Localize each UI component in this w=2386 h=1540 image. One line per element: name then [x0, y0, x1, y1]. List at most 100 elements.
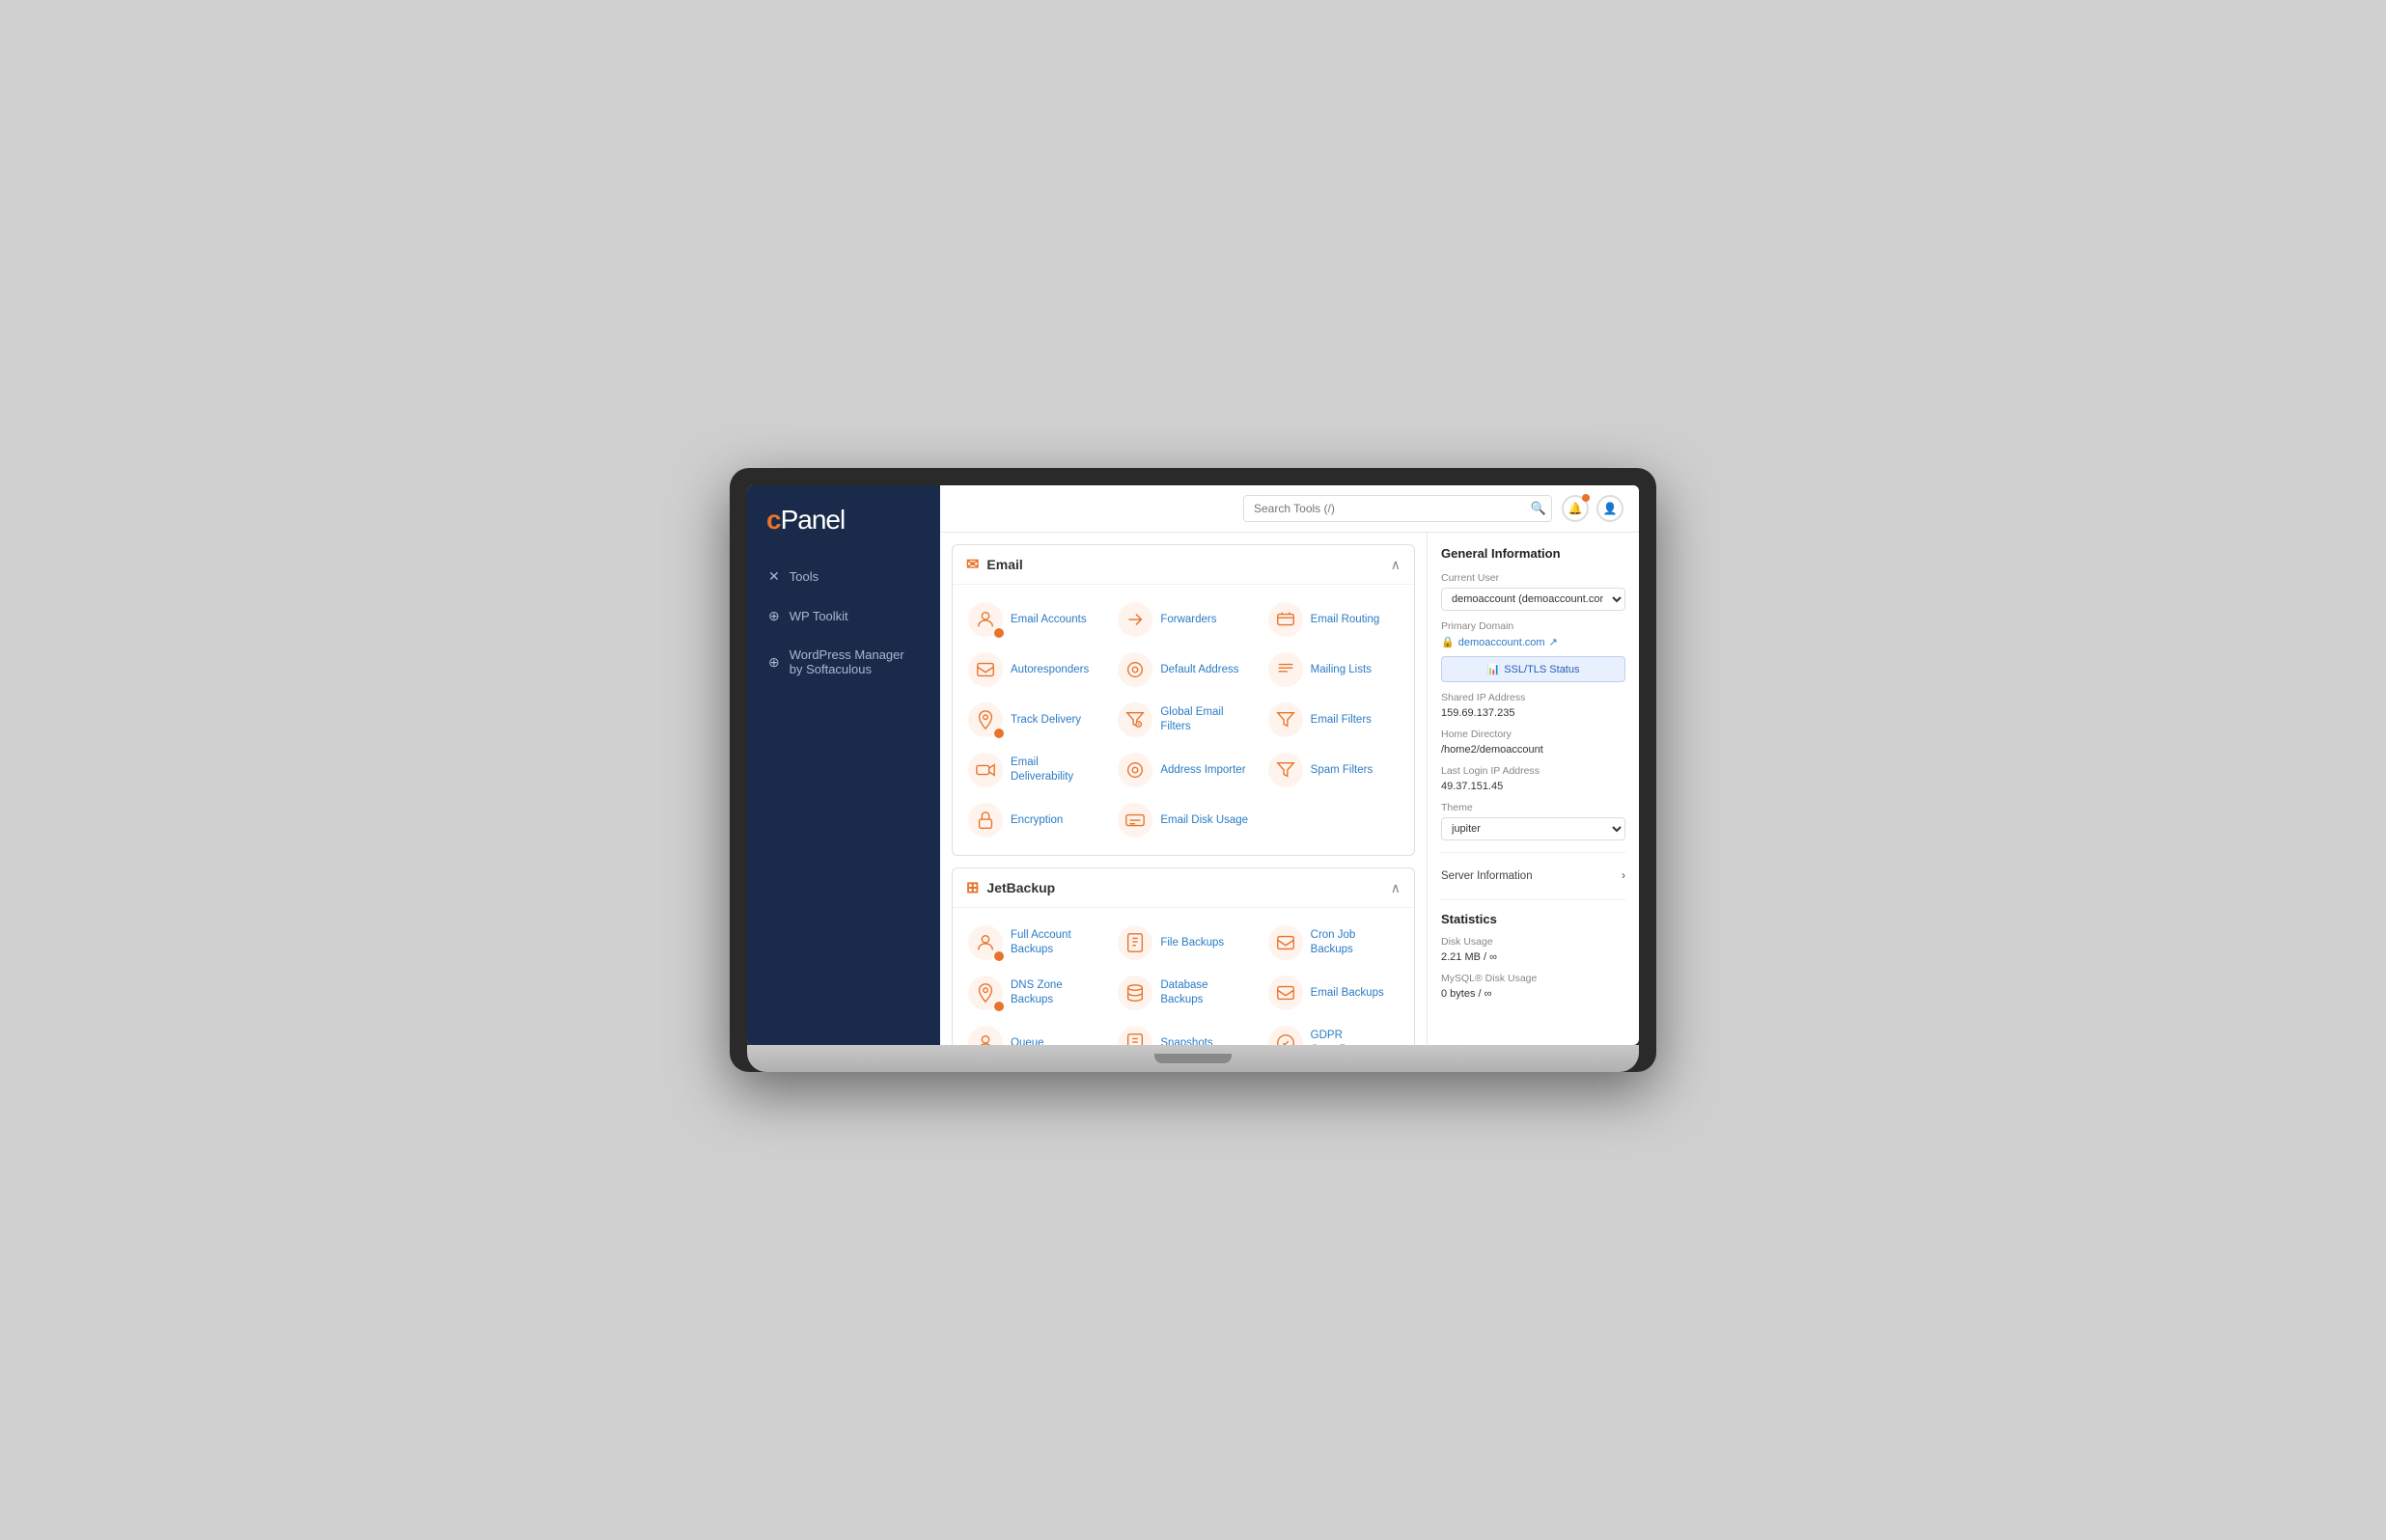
- database-backups-icon: [1118, 976, 1152, 1010]
- spam-filters-icon: [1268, 753, 1303, 787]
- shared-ip-label: Shared IP Address: [1441, 692, 1625, 703]
- chevron-right-icon: ›: [1622, 870, 1625, 882]
- default-address-label: Default Address: [1160, 663, 1238, 677]
- mysql-disk-value: 0 bytes / ∞: [1441, 988, 1625, 1000]
- server-info-row[interactable]: Server Information ›: [1441, 865, 1625, 888]
- search-wrap: 🔍: [1243, 495, 1552, 522]
- tool-global-email-filters[interactable]: Global Email Filters: [1108, 695, 1258, 745]
- gdpr-compliance-icon: [1268, 1026, 1303, 1045]
- statistics-title: Statistics: [1441, 912, 1625, 926]
- primary-domain-value[interactable]: 🔒 demoaccount.com ↗: [1441, 636, 1625, 648]
- tool-mailing-lists[interactable]: Mailing Lists: [1259, 645, 1408, 695]
- default-address-icon: [1118, 652, 1152, 687]
- tool-email-deliverability[interactable]: Email Deliverability: [958, 745, 1108, 795]
- main-panel: ✉ Email ∧: [940, 533, 1427, 1045]
- track-delivery-badge: [993, 728, 1005, 739]
- forwarders-label: Forwarders: [1160, 613, 1216, 627]
- email-routing-icon: [1268, 602, 1303, 637]
- file-backups-icon: [1118, 925, 1152, 960]
- sidebar-item-tools[interactable]: ✕ Tools: [757, 559, 930, 594]
- email-section-header: ✉ Email ∧: [953, 545, 1414, 585]
- laptop-screen: cPanel ✕ Tools ⊕ WP Toolkit ⊕ WordPress …: [747, 485, 1639, 1045]
- mysql-disk-label: MySQL® Disk Usage: [1441, 973, 1625, 984]
- sidebar-item-wp-manager[interactable]: ⊕ WordPress Manager by Softaculous: [757, 638, 930, 686]
- database-backups-label: Database Backups: [1160, 978, 1248, 1007]
- snapshots-label: Snapshots: [1160, 1036, 1212, 1045]
- track-delivery-label: Track Delivery: [1011, 713, 1081, 728]
- tool-email-filters[interactable]: Email Filters: [1259, 695, 1408, 745]
- snapshots-icon: [1118, 1026, 1152, 1045]
- full-account-backups-badge: [993, 950, 1005, 962]
- tool-email-disk-usage[interactable]: Email Disk Usage: [1108, 795, 1258, 845]
- email-disk-usage-label: Email Disk Usage: [1160, 813, 1248, 828]
- tool-email-backups[interactable]: Email Backups: [1259, 968, 1408, 1018]
- theme-select[interactable]: jupiter: [1441, 817, 1625, 840]
- tool-gdpr-compliance[interactable]: GDPR Compliance: [1259, 1018, 1408, 1045]
- email-section-icon: ✉: [966, 555, 979, 574]
- cron-job-backups-icon: [1268, 925, 1303, 960]
- ssl-tls-status-button[interactable]: 📊 SSL/TLS Status: [1441, 656, 1625, 682]
- email-deliverability-label: Email Deliverability: [1011, 756, 1098, 784]
- full-account-backups-label: Full Account Backups: [1011, 928, 1098, 957]
- primary-domain-label: Primary Domain: [1441, 620, 1625, 632]
- disk-usage-value: 2.21 MB / ∞: [1441, 951, 1625, 963]
- queue-icon: [968, 1026, 1003, 1045]
- tool-queue[interactable]: Queue: [958, 1018, 1108, 1045]
- current-user-select[interactable]: demoaccount (demoaccount.com): [1441, 588, 1625, 611]
- lock-icon: 🔒: [1441, 636, 1455, 648]
- chart-icon: 📊: [1487, 663, 1501, 675]
- divider-1: [1441, 852, 1625, 853]
- jetbackup-tools-grid: Full Account Backups File Backups: [953, 908, 1414, 1045]
- tool-default-address[interactable]: Default Address: [1108, 645, 1258, 695]
- user-menu-button[interactable]: 👤: [1596, 495, 1623, 522]
- laptop-base: [747, 1045, 1639, 1072]
- tool-spam-filters[interactable]: Spam Filters: [1259, 745, 1408, 795]
- jetbackup-section-title: ⊞ JetBackup: [966, 878, 1055, 897]
- tools-icon: ✕: [768, 568, 780, 585]
- email-accounts-label: Email Accounts: [1011, 613, 1087, 627]
- tool-email-accounts[interactable]: Email Accounts: [958, 594, 1108, 645]
- sidebar-item-wp-toolkit[interactable]: ⊕ WP Toolkit: [757, 598, 930, 634]
- sidebar-item-tools-label: Tools: [790, 569, 818, 584]
- tool-database-backups[interactable]: Database Backups: [1108, 968, 1258, 1018]
- current-user-label: Current User: [1441, 572, 1625, 584]
- statistics-section: Statistics Disk Usage 2.21 MB / ∞ MySQL®…: [1441, 912, 1625, 1000]
- sidebar-logo: cPanel: [747, 505, 940, 559]
- tool-forwarders[interactable]: Forwarders: [1108, 594, 1258, 645]
- queue-label: Queue: [1011, 1036, 1044, 1045]
- tool-dns-zone-backups[interactable]: DNS Zone Backups: [958, 968, 1108, 1018]
- shared-ip-value: 159.69.137.235: [1441, 707, 1625, 719]
- jetbackup-section-header: ⊞ JetBackup ∧: [953, 868, 1414, 908]
- laptop-frame: cPanel ✕ Tools ⊕ WP Toolkit ⊕ WordPress …: [730, 468, 1656, 1072]
- tool-cron-job-backups[interactable]: Cron Job Backups: [1259, 918, 1408, 968]
- email-section-toggle[interactable]: ∧: [1391, 557, 1401, 573]
- tool-encryption[interactable]: Encryption: [958, 795, 1108, 845]
- tool-address-importer[interactable]: Address Importer: [1108, 745, 1258, 795]
- tool-snapshots[interactable]: Snapshots: [1108, 1018, 1258, 1045]
- jetbackup-section: ⊞ JetBackup ∧: [952, 867, 1415, 1045]
- tool-autoresponders[interactable]: Autoresponders: [958, 645, 1108, 695]
- tool-full-account-backups[interactable]: Full Account Backups: [958, 918, 1108, 968]
- tool-email-routing[interactable]: Email Routing: [1259, 594, 1408, 645]
- search-button[interactable]: 🔍: [1531, 501, 1546, 516]
- dns-zone-backups-icon: [968, 976, 1003, 1010]
- jetbackup-section-toggle[interactable]: ∧: [1391, 880, 1401, 896]
- last-login-label: Last Login IP Address: [1441, 765, 1625, 777]
- header-icons: 🔔 👤: [1562, 495, 1623, 522]
- search-input[interactable]: [1243, 495, 1552, 522]
- tool-track-delivery[interactable]: Track Delivery: [958, 695, 1108, 745]
- gdpr-compliance-label: GDPR Compliance: [1311, 1029, 1399, 1045]
- encryption-icon: [968, 803, 1003, 838]
- wp-toolkit-icon: ⊕: [768, 608, 780, 624]
- notifications-button[interactable]: 🔔: [1562, 495, 1589, 522]
- tool-file-backups[interactable]: File Backups: [1108, 918, 1258, 968]
- right-panel: General Information Current User demoacc…: [1427, 533, 1639, 1045]
- track-delivery-icon: [968, 702, 1003, 737]
- sidebar-nav: ✕ Tools ⊕ WP Toolkit ⊕ WordPress Manager…: [747, 559, 940, 690]
- last-login-value: 49.37.151.45: [1441, 781, 1625, 792]
- external-link-icon: ↗: [1549, 636, 1558, 648]
- dns-zone-backups-badge: [993, 1001, 1005, 1012]
- email-accounts-badge: [993, 627, 1005, 639]
- spam-filters-label: Spam Filters: [1311, 763, 1373, 778]
- autoresponders-icon: [968, 652, 1003, 687]
